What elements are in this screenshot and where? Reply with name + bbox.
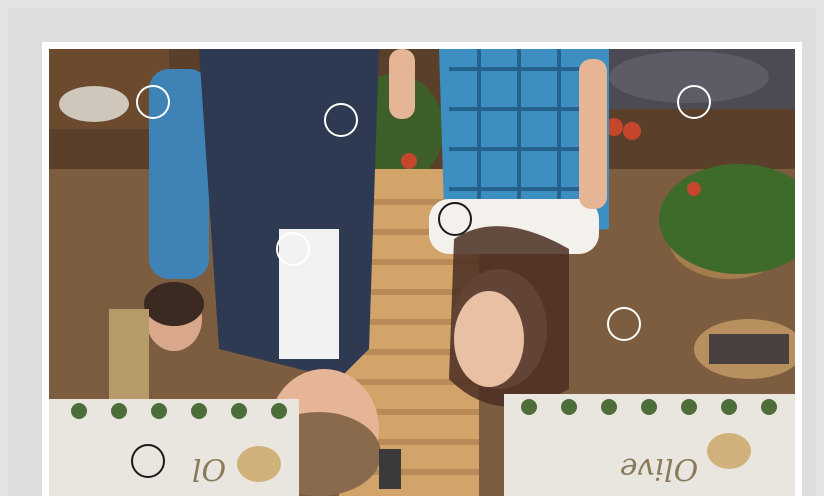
difference-marker[interactable]	[438, 202, 472, 236]
difference-marker[interactable]	[131, 444, 165, 478]
spot-the-difference-photo[interactable]: Olive Ol	[49, 49, 795, 496]
difference-marker[interactable]	[324, 103, 358, 137]
photo-frame: Olive Ol	[42, 42, 802, 496]
difference-marker[interactable]	[607, 307, 641, 341]
difference-marker[interactable]	[276, 232, 310, 266]
olive-sign-text: Olive	[620, 451, 699, 486]
difference-marker[interactable]	[136, 85, 170, 119]
game-stage: Olive Ol	[8, 8, 816, 496]
difference-marker[interactable]	[677, 85, 711, 119]
olive-sign-text-left: Ol	[192, 451, 226, 486]
